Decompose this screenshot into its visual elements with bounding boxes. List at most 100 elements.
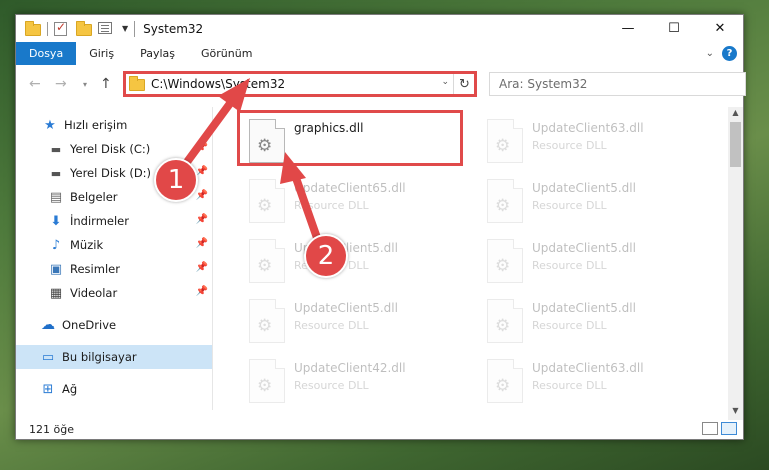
pin-icon[interactable]: 📌 [196,190,208,201]
file-type: Resource DLL [294,379,369,392]
file-type: Resource DLL [532,319,607,332]
cloud-icon: ☁ [41,317,55,333]
maximize-button[interactable]: ☐ [651,15,697,42]
properties-icon[interactable] [98,21,114,36]
file-type: Resource DLL [532,199,607,212]
title-bar: ▼ System32 — ☐ ✕ [16,15,743,42]
help-icon[interactable]: ? [722,46,737,61]
sidebar-item-videos[interactable]: ▦ Videolar 📌 [16,281,212,305]
file-tile[interactable]: ⚙ UpdateClient63.dll Resource DLL [477,353,707,410]
sidebar-item-label: Yerel Disk (D:) [70,166,152,180]
ribbon-controls: ⌄ ? [706,46,737,61]
sidebar-item-this-pc[interactable]: ▭ Bu bilgisayar [16,345,212,369]
network-icon: ⊞ [42,381,54,397]
sidebar-item-pictures[interactable]: ▣ Resimler 📌 [16,257,212,281]
gear-icon: ⚙ [495,256,511,276]
file-tile[interactable]: ⚙ UpdateClient65.dll Resource DLL [239,173,469,231]
pictures-icon: ▣ [49,261,63,277]
dll-file-icon: ⚙ [249,299,285,343]
customize-dropdown-icon[interactable]: ▼ [122,24,128,33]
computer-icon: ▭ [41,349,55,365]
up-arrow-icon[interactable]: ↑ [100,76,112,92]
sidebar-item-label: Bu bilgisayar [62,350,137,364]
view-toggle [702,422,737,435]
sidebar-item-network[interactable]: ⊞ Ağ [16,377,212,401]
properties-check-icon[interactable] [54,20,70,36]
dll-file-icon: ⚙ [487,359,523,403]
file-name: UpdateClient5.dll [294,301,398,315]
dll-file-icon: ⚙ [487,299,523,343]
minimize-button[interactable]: — [605,15,651,42]
details-view-icon[interactable] [702,422,718,435]
file-tile[interactable]: ⚙ UpdateClient5.dll Resource DLL [239,293,469,351]
pin-icon[interactable]: 📌 [196,214,208,225]
vertical-scrollbar[interactable]: ▲ ▼ [728,107,743,420]
forward-arrow-icon[interactable]: → [55,76,67,92]
file-tile[interactable]: ⚙ UpdateClient5.dll Resource DLL [239,233,469,291]
sidebar-item-label: OneDrive [62,318,117,332]
sidebar-item-music[interactable]: ♪ Müzik 📌 [16,233,212,257]
scroll-down-icon[interactable]: ▼ [728,406,743,419]
dll-file-icon: ⚙ [487,179,523,223]
gear-icon: ⚙ [257,256,273,276]
sidebar-item-label: İndirmeler [70,214,129,228]
star-icon: ★ [44,117,56,133]
file-name: UpdateClient5.dll [532,241,636,255]
item-count: 121 öğe [29,422,74,436]
dll-file-icon: ⚙ [249,359,285,403]
folder-icon[interactable] [25,20,41,36]
step-badge-2: 2 [304,234,348,278]
sidebar-item-local-disk-c[interactable]: ▬ Yerel Disk (C:) 📌 [16,137,212,161]
tab-file[interactable]: Dosya [16,42,77,65]
pin-icon[interactable]: 📌 [196,142,208,153]
gear-icon: ⚙ [495,316,511,336]
file-type: Resource DLL [532,259,607,272]
file-name: UpdateClient5.dll [532,181,636,195]
highlight-box-address [123,71,477,97]
gear-icon: ⚙ [257,376,273,396]
gear-icon: ⚙ [495,196,511,216]
file-tile[interactable]: ⚙ UpdateClient63.dll Resource DLL [477,113,707,171]
sidebar-item-onedrive[interactable]: ☁ OneDrive [16,313,212,337]
search-input[interactable]: Ara: System32 [489,72,746,96]
file-type: Resource DLL [294,319,369,332]
gear-icon: ⚙ [495,376,511,396]
file-tile[interactable]: ⚙ UpdateClient42.dll Resource DLL [239,353,469,410]
sidebar-item-label: Müzik [70,238,104,252]
back-arrow-icon[interactable]: ← [29,76,41,92]
scroll-up-icon[interactable]: ▲ [728,108,743,121]
dll-file-icon: ⚙ [249,239,285,283]
file-name: UpdateClient42.dll [294,361,406,375]
gear-icon: ⚙ [257,196,273,216]
close-button[interactable]: ✕ [697,15,743,42]
tab-share[interactable]: Paylaş [127,42,188,65]
documents-icon: ▤ [49,189,63,205]
ribbon-tabs: Dosya Giriş Paylaş Görünüm ⌄ ? [16,42,743,65]
sidebar-item-downloads[interactable]: ⬇ İndirmeler 📌 [16,209,212,233]
scrollbar-thumb[interactable] [730,122,741,167]
tab-view[interactable]: Görünüm [188,42,265,65]
window-controls: — ☐ ✕ [605,15,743,42]
navigation-pane: ★ Hızlı erişim ▬ Yerel Disk (C:) 📌 ▬ Yer… [16,107,212,410]
tab-home[interactable]: Giriş [76,42,127,65]
file-name: UpdateClient65.dll [294,181,406,195]
gear-icon: ⚙ [495,136,511,156]
chevron-down-icon[interactable]: ⌄ [706,48,714,59]
toolbar-divider [47,21,48,36]
pin-icon[interactable]: 📌 [196,262,208,273]
gear-icon: ⚙ [257,316,273,336]
file-tile[interactable]: ⚙ UpdateClient5.dll Resource DLL [477,293,707,351]
sidebar-item-quick-access[interactable]: ★ Hızlı erişim [16,113,212,137]
file-type: Resource DLL [294,199,369,212]
new-folder-icon[interactable] [76,20,92,36]
file-name: UpdateClient5.dll [532,301,636,315]
videos-icon: ▦ [49,285,63,301]
tiles-view-icon[interactable] [721,422,737,435]
pin-icon[interactable]: 📌 [196,286,208,297]
recent-locations-icon[interactable]: ▾ [83,80,87,89]
pin-icon[interactable]: 📌 [196,238,208,249]
step-badge-1: 1 [154,158,198,202]
file-tile[interactable]: ⚙ UpdateClient5.dll Resource DLL [477,173,707,231]
file-tile[interactable]: ⚙ UpdateClient5.dll Resource DLL [477,233,707,291]
window-title: System32 [143,21,204,36]
